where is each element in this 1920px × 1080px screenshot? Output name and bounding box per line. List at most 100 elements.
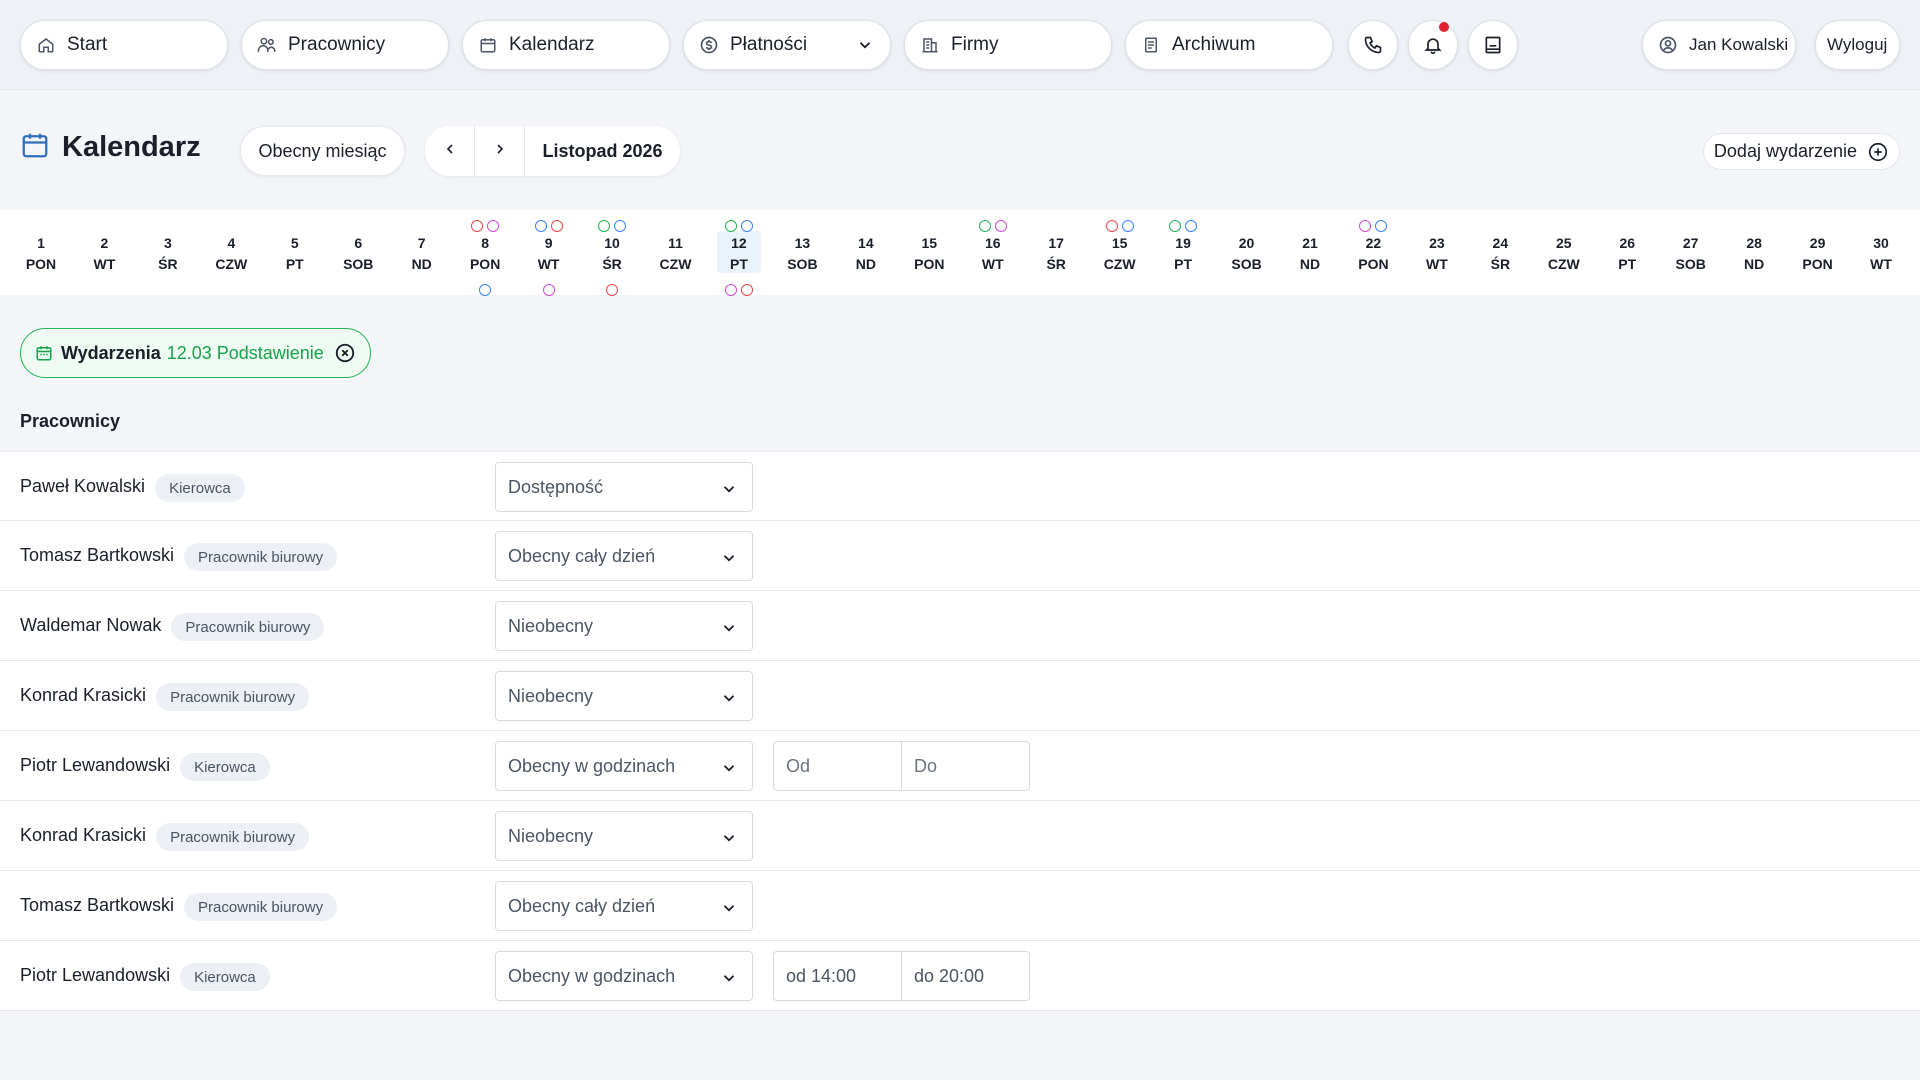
notification-badge bbox=[1439, 22, 1449, 32]
day-21[interactable]: 22 PON bbox=[1351, 210, 1395, 295]
phone-button[interactable] bbox=[1348, 20, 1398, 70]
day-number: 7 bbox=[417, 235, 426, 251]
day-14[interactable]: 15 PON bbox=[907, 210, 951, 295]
day-number: 26 bbox=[1619, 235, 1636, 251]
nav-item-label: Kalendarz bbox=[509, 34, 595, 55]
availability-select[interactable]: Obecny w godzinach bbox=[495, 951, 753, 1001]
day-weekday: PON bbox=[1802, 256, 1833, 272]
notes-button[interactable] bbox=[1468, 20, 1518, 70]
day-7[interactable]: 8 PON bbox=[463, 210, 507, 296]
day-number: 30 bbox=[1873, 235, 1889, 251]
archive-icon bbox=[1140, 34, 1162, 56]
day-weekday: SOB bbox=[343, 256, 374, 272]
filter-label: Wydarzenia bbox=[61, 342, 161, 363]
nav-item-archiwum[interactable]: Archiwum bbox=[1125, 20, 1333, 70]
day-weekday: PON bbox=[469, 256, 501, 272]
event-dots-top bbox=[1098, 220, 1142, 232]
next-month-button[interactable] bbox=[475, 126, 525, 176]
day-22[interactable]: 23 WT bbox=[1415, 210, 1459, 295]
event-dot-blue bbox=[479, 284, 492, 296]
day-weekday: WT bbox=[981, 256, 1004, 272]
day-13[interactable]: 14 ND bbox=[844, 210, 888, 295]
day-8[interactable]: 9 WT bbox=[527, 210, 571, 296]
day-29[interactable]: 30 WT bbox=[1859, 210, 1903, 295]
day-3[interactable]: 4 CZW bbox=[209, 210, 253, 295]
chevron-down-icon bbox=[856, 36, 874, 60]
day-20[interactable]: 21 ND bbox=[1288, 210, 1332, 295]
role-badge: Pracownik biurowy bbox=[184, 543, 338, 571]
day-number: 13 bbox=[794, 235, 811, 251]
employee-row: Paweł Kowalski Kierowca Dostępność bbox=[0, 451, 1920, 521]
availability-select[interactable]: Nieobecny bbox=[495, 811, 753, 861]
day-16[interactable]: 17 ŚR bbox=[1034, 210, 1078, 295]
time-to-input[interactable]: do 20:00 bbox=[901, 951, 1030, 1001]
day-1[interactable]: 2 WT bbox=[82, 210, 126, 295]
day-weekday: PT bbox=[1618, 256, 1637, 272]
day-28[interactable]: 29 PON bbox=[1796, 210, 1840, 295]
user-menu-button[interactable]: Jan Kowalski bbox=[1642, 20, 1796, 70]
day-25[interactable]: 26 PT bbox=[1605, 210, 1649, 295]
time-from-input[interactable]: od 14:00 bbox=[773, 951, 902, 1001]
current-month-button[interactable]: Obecny miesiąc bbox=[240, 126, 405, 176]
event-dot-green bbox=[724, 220, 737, 232]
day-2[interactable]: 3 ŚR bbox=[146, 210, 190, 295]
day-4[interactable]: 5 PT bbox=[273, 210, 317, 295]
day-17[interactable]: 15 CZW bbox=[1098, 210, 1142, 295]
notifications-button[interactable] bbox=[1408, 20, 1458, 70]
time-to-input[interactable]: Do bbox=[901, 741, 1030, 791]
day-number: 15 bbox=[1111, 235, 1128, 251]
day-24[interactable]: 25 CZW bbox=[1542, 210, 1586, 295]
logout-button[interactable]: Wyloguj bbox=[1815, 20, 1900, 70]
time-to-value: do 20:00 bbox=[914, 965, 985, 986]
day-18[interactable]: 19 PT bbox=[1161, 210, 1205, 295]
previous-month-button[interactable] bbox=[425, 126, 475, 176]
availability-select[interactable]: Obecny cały dzień bbox=[495, 531, 753, 581]
nav-item-kalendarz[interactable]: Kalendarz bbox=[462, 20, 670, 70]
event-dot-green bbox=[1169, 220, 1182, 232]
day-6[interactable]: 7 ND bbox=[400, 210, 444, 295]
chevron-left-icon bbox=[442, 141, 458, 162]
day-10[interactable]: 11 CZW bbox=[654, 210, 698, 295]
day-weekday: SOB bbox=[787, 256, 818, 272]
nav-item-pracownicy[interactable]: Pracownicy bbox=[241, 20, 449, 70]
nav-item-platnosci-dropdown[interactable]: Płatności bbox=[683, 20, 891, 70]
close-icon[interactable] bbox=[334, 342, 356, 364]
nav-item-firmy[interactable]: Firmy bbox=[904, 20, 1112, 70]
add-event-button[interactable]: Dodaj wydarzenie bbox=[1702, 133, 1900, 170]
availability-select[interactable]: Dostępność bbox=[495, 462, 753, 512]
day-12[interactable]: 13 SOB bbox=[780, 210, 824, 295]
event-dot-red bbox=[740, 284, 753, 296]
day-5[interactable]: 6 SOB bbox=[336, 210, 380, 295]
nav-item-label: Pracownicy bbox=[288, 34, 386, 55]
day-weekday: ŚR bbox=[1046, 256, 1066, 272]
day-15[interactable]: 16 WT bbox=[971, 210, 1015, 295]
month-navigator: Listopad 2026 bbox=[425, 126, 680, 176]
chevron-right-icon bbox=[492, 141, 508, 162]
nav-item-start[interactable]: Start bbox=[20, 20, 228, 70]
day-weekday: PON bbox=[25, 256, 57, 272]
section-title: Pracownicy bbox=[20, 411, 121, 431]
time-from-input[interactable]: Od bbox=[773, 741, 902, 791]
day-11[interactable]: 12 PT bbox=[716, 210, 761, 296]
availability-select[interactable]: Obecny cały dzień bbox=[495, 881, 753, 931]
event-dots-bottom bbox=[717, 284, 761, 296]
phone-icon bbox=[1362, 34, 1384, 56]
availability-select[interactable]: Nieobecny bbox=[495, 601, 753, 651]
day-26[interactable]: 27 SOB bbox=[1669, 210, 1713, 295]
chevron-down-icon bbox=[720, 829, 738, 847]
day-0[interactable]: 1 PON bbox=[19, 210, 63, 295]
event-dot-purple bbox=[1359, 220, 1372, 232]
employee-name: Piotr Lewandowski bbox=[20, 755, 171, 775]
day-23[interactable]: 24 ŚR bbox=[1478, 210, 1522, 295]
day-9[interactable]: 10 ŚR bbox=[590, 210, 634, 296]
day-27[interactable]: 28 ND bbox=[1732, 210, 1776, 295]
nav-item-label: Płatności bbox=[730, 34, 808, 55]
event-dot-purple bbox=[724, 284, 737, 296]
availability-value: Nieobecny bbox=[508, 685, 594, 706]
day-number: 4 bbox=[227, 235, 236, 251]
event-dots-bottom bbox=[463, 284, 507, 296]
day-number: 11 bbox=[668, 235, 683, 251]
availability-select[interactable]: Obecny w godzinach bbox=[495, 741, 753, 791]
day-19[interactable]: 20 SOB bbox=[1225, 210, 1269, 295]
availability-select[interactable]: Nieobecny bbox=[495, 671, 753, 721]
